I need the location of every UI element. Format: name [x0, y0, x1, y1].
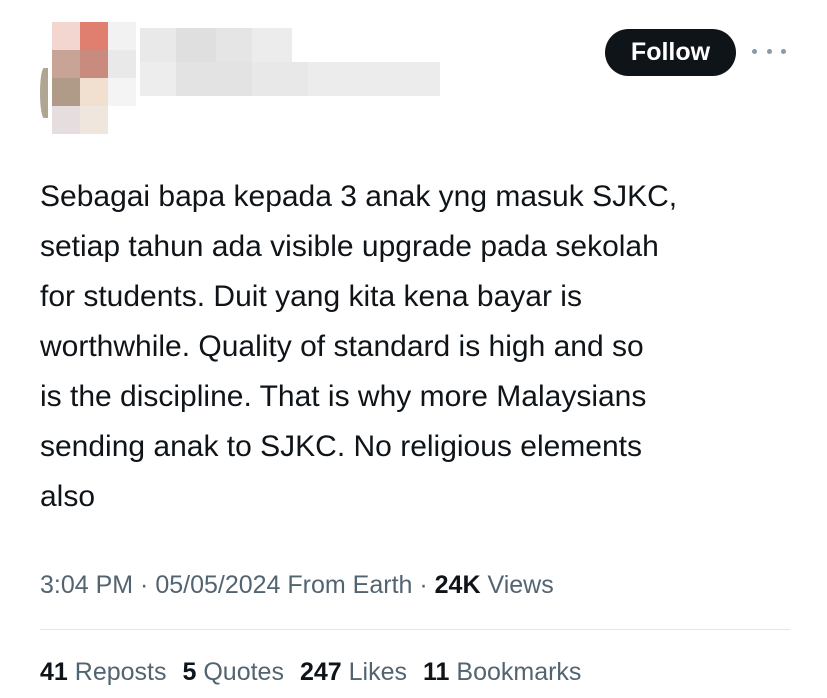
meta-separator: ·: [412, 571, 435, 599]
author-name-blurred[interactable]: [140, 28, 440, 98]
tweet-time[interactable]: 3:04 PM: [40, 571, 133, 599]
bookmarks-stat[interactable]: 11 Bookmarks: [423, 652, 581, 692]
likes-stat[interactable]: 247 Likes: [300, 652, 407, 692]
likes-label: Likes: [348, 658, 407, 686]
bookmarks-label: Bookmarks: [456, 658, 582, 686]
quotes-stat[interactable]: 5 Quotes: [182, 652, 283, 692]
tweet-text: Sebagai bapa kepada 3 anak yng masuk SJK…: [40, 180, 678, 513]
tweet-meta: 3:04 PM · 05/05/2024 From Earth · 24K Vi…: [40, 565, 554, 605]
avatar[interactable]: [30, 22, 140, 142]
more-horizontal-icon[interactable]: [752, 40, 786, 62]
meta-separator: ·: [133, 571, 156, 599]
tweet-source: From Earth: [287, 571, 413, 599]
quotes-count: 5: [182, 658, 197, 686]
engagement-stats: 41 Reposts 5 Quotes 247 Likes 11 Bookmar…: [40, 652, 581, 692]
bookmarks-count: 11: [423, 658, 450, 686]
divider: [40, 629, 790, 630]
reposts-count: 41: [40, 658, 68, 686]
views-count: 24K: [434, 571, 481, 599]
likes-count: 247: [299, 658, 342, 686]
reposts-stat[interactable]: 41 Reposts: [40, 652, 166, 692]
views-label: Views: [487, 571, 554, 599]
reposts-label: Reposts: [74, 658, 167, 686]
follow-button[interactable]: Follow: [605, 29, 736, 76]
tweet-date[interactable]: 05/05/2024: [155, 571, 280, 599]
quotes-label: Quotes: [203, 658, 284, 686]
